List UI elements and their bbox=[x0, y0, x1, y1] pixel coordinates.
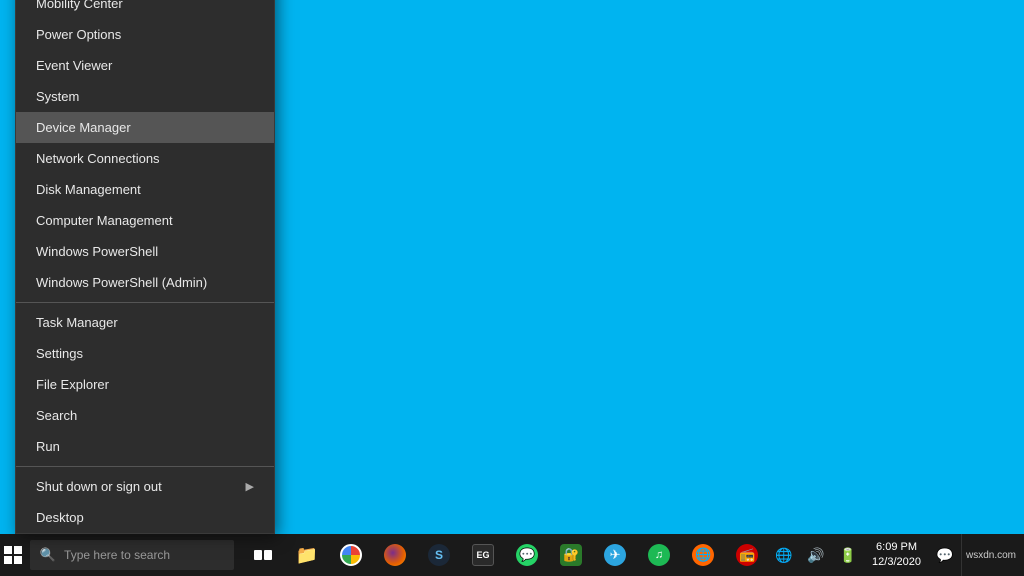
menu-item-computer-management[interactable]: Computer Management bbox=[16, 205, 274, 236]
menu-item-label-windows-powershell: Windows PowerShell bbox=[36, 244, 158, 259]
menu-item-label-shutdown-signout: Shut down or sign out bbox=[36, 479, 162, 494]
menu-item-shutdown-signout[interactable]: Shut down or sign out ▶ bbox=[16, 471, 274, 502]
menu-item-file-explorer[interactable]: File Explorer bbox=[16, 369, 274, 400]
red-app-taskbar-button[interactable]: 📻 bbox=[726, 534, 768, 576]
red-app-icon: 📻 bbox=[736, 544, 758, 566]
lock-app-icon: 🔐 bbox=[560, 544, 582, 566]
menu-item-run[interactable]: Run bbox=[16, 431, 274, 462]
taskbar-app-icons: 📁 S EG 💬 🔐 ✈ ♫ 🌐 📻 bbox=[242, 534, 768, 576]
chrome-icon bbox=[340, 544, 362, 566]
menu-item-label-event-viewer: Event Viewer bbox=[36, 58, 112, 73]
menu-item-label-power-options: Power Options bbox=[36, 27, 121, 42]
tray-clock[interactable]: 6:09 PM 12/3/2020 bbox=[864, 534, 929, 576]
firefox-taskbar-button[interactable] bbox=[374, 534, 416, 576]
spotify-taskbar-button[interactable]: ♫ bbox=[638, 534, 680, 576]
menu-item-windows-powershell-admin[interactable]: Windows PowerShell (Admin) bbox=[16, 267, 274, 298]
epic-games-taskbar-button[interactable]: EG bbox=[462, 534, 504, 576]
file-explorer-taskbar-button[interactable]: 📁 bbox=[286, 534, 328, 576]
menu-item-label-task-manager: Task Manager bbox=[36, 315, 118, 330]
tray-icon-battery[interactable]: 🔋 bbox=[832, 534, 864, 576]
menu-item-label-system: System bbox=[36, 89, 79, 104]
menu-divider bbox=[16, 466, 274, 467]
steam-taskbar-button[interactable]: S bbox=[418, 534, 460, 576]
system-tray: 🌐 🔊 🔋 6:09 PM 12/3/2020 💬 wsxdn.com bbox=[768, 534, 1024, 576]
menu-item-disk-management[interactable]: Disk Management bbox=[16, 174, 274, 205]
menu-item-label-desktop: Desktop bbox=[36, 510, 84, 525]
submenu-arrow-icon: ▶ bbox=[246, 480, 254, 493]
orange-app-icon: 🌐 bbox=[692, 544, 714, 566]
telegram-icon: ✈ bbox=[604, 544, 626, 566]
firefox-icon bbox=[384, 544, 406, 566]
chrome-taskbar-button[interactable] bbox=[330, 534, 372, 576]
menu-item-task-manager[interactable]: Task Manager bbox=[16, 307, 274, 338]
menu-item-label-search: Search bbox=[36, 408, 77, 423]
tray-icon-network[interactable]: 🌐 bbox=[768, 534, 800, 576]
whatsapp-taskbar-button[interactable]: 💬 bbox=[506, 534, 548, 576]
orange-app-taskbar-button[interactable]: 🌐 bbox=[682, 534, 724, 576]
windows-logo-icon bbox=[4, 546, 22, 564]
menu-divider bbox=[16, 302, 274, 303]
menu-item-device-manager[interactable]: Device Manager bbox=[16, 112, 274, 143]
menu-item-power-options[interactable]: Power Options bbox=[16, 19, 274, 50]
notification-icon[interactable]: 💬 bbox=[929, 534, 961, 576]
clock-time: 6:09 PM bbox=[876, 540, 917, 555]
search-icon: 🔍 bbox=[40, 547, 56, 563]
tray-icon-volume[interactable]: 🔊 bbox=[800, 534, 832, 576]
taskbar: 🔍 📁 S EG 💬 🔐 ✈ ♫ 🌐 📻 🌐 🔊 🔋 6:09 PM 12/3/2020 💬 w… bbox=[0, 534, 1024, 576]
spotify-icon: ♫ bbox=[648, 544, 670, 566]
menu-item-label-run: Run bbox=[36, 439, 60, 454]
task-view-button[interactable] bbox=[242, 534, 284, 576]
menu-item-network-connections[interactable]: Network Connections bbox=[16, 143, 274, 174]
task-view-icon bbox=[254, 550, 272, 560]
taskbar-search-bar[interactable]: 🔍 bbox=[30, 540, 234, 570]
menu-item-label-settings: Settings bbox=[36, 346, 83, 361]
menu-item-label-computer-management: Computer Management bbox=[36, 213, 173, 228]
menu-item-event-viewer[interactable]: Event Viewer bbox=[16, 50, 274, 81]
telegram-taskbar-button[interactable]: ✈ bbox=[594, 534, 636, 576]
menu-item-settings[interactable]: Settings bbox=[16, 338, 274, 369]
folder-icon: 📁 bbox=[296, 545, 318, 566]
whatsapp-icon: 💬 bbox=[516, 544, 538, 566]
menu-item-label-windows-powershell-admin: Windows PowerShell (Admin) bbox=[36, 275, 207, 290]
steam-icon: S bbox=[428, 544, 450, 566]
menu-item-label-mobility-center: Mobility Center bbox=[36, 0, 123, 11]
menu-item-system[interactable]: System bbox=[16, 81, 274, 112]
start-button[interactable] bbox=[0, 534, 26, 576]
menu-item-label-file-explorer: File Explorer bbox=[36, 377, 109, 392]
epic-games-icon: EG bbox=[472, 544, 494, 566]
lock-app-taskbar-button[interactable]: 🔐 bbox=[550, 534, 592, 576]
context-menu: Apps and FeaturesMobility CenterPower Op… bbox=[15, 0, 275, 534]
clock-date: 12/3/2020 bbox=[872, 555, 921, 570]
menu-item-windows-powershell[interactable]: Windows PowerShell bbox=[16, 236, 274, 267]
menu-item-label-disk-management: Disk Management bbox=[36, 182, 141, 197]
menu-item-label-network-connections: Network Connections bbox=[36, 151, 160, 166]
menu-item-desktop[interactable]: Desktop bbox=[16, 502, 274, 533]
desktop: Apps and FeaturesMobility CenterPower Op… bbox=[0, 0, 1024, 576]
menu-item-search[interactable]: Search bbox=[16, 400, 274, 431]
search-input[interactable] bbox=[64, 548, 224, 562]
menu-item-label-device-manager: Device Manager bbox=[36, 120, 131, 135]
wsxdn-label: wsxdn.com bbox=[961, 534, 1020, 576]
menu-item-mobility-center[interactable]: Mobility Center bbox=[16, 0, 274, 19]
